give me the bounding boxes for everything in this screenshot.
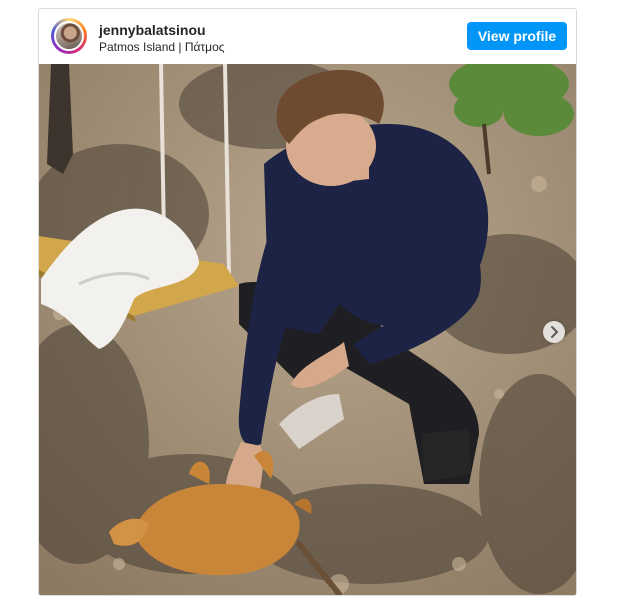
next-photo-button[interactable] — [543, 321, 565, 343]
username-link[interactable]: jennybalatsinou — [99, 22, 206, 38]
instagram-embed: jennybalatsinou Patmos Island | Πάτμος V… — [38, 8, 577, 596]
view-profile-button[interactable]: View profile — [467, 22, 567, 50]
chevron-right-icon — [551, 326, 558, 338]
post-header: jennybalatsinou Patmos Island | Πάτμος V… — [39, 9, 576, 64]
photo-illustration — [39, 64, 576, 595]
location-link[interactable]: Patmos Island | Πάτμος — [99, 40, 225, 54]
avatar[interactable] — [54, 21, 84, 51]
post-photo[interactable] — [39, 64, 576, 595]
avatar-story-ring[interactable] — [51, 18, 87, 54]
